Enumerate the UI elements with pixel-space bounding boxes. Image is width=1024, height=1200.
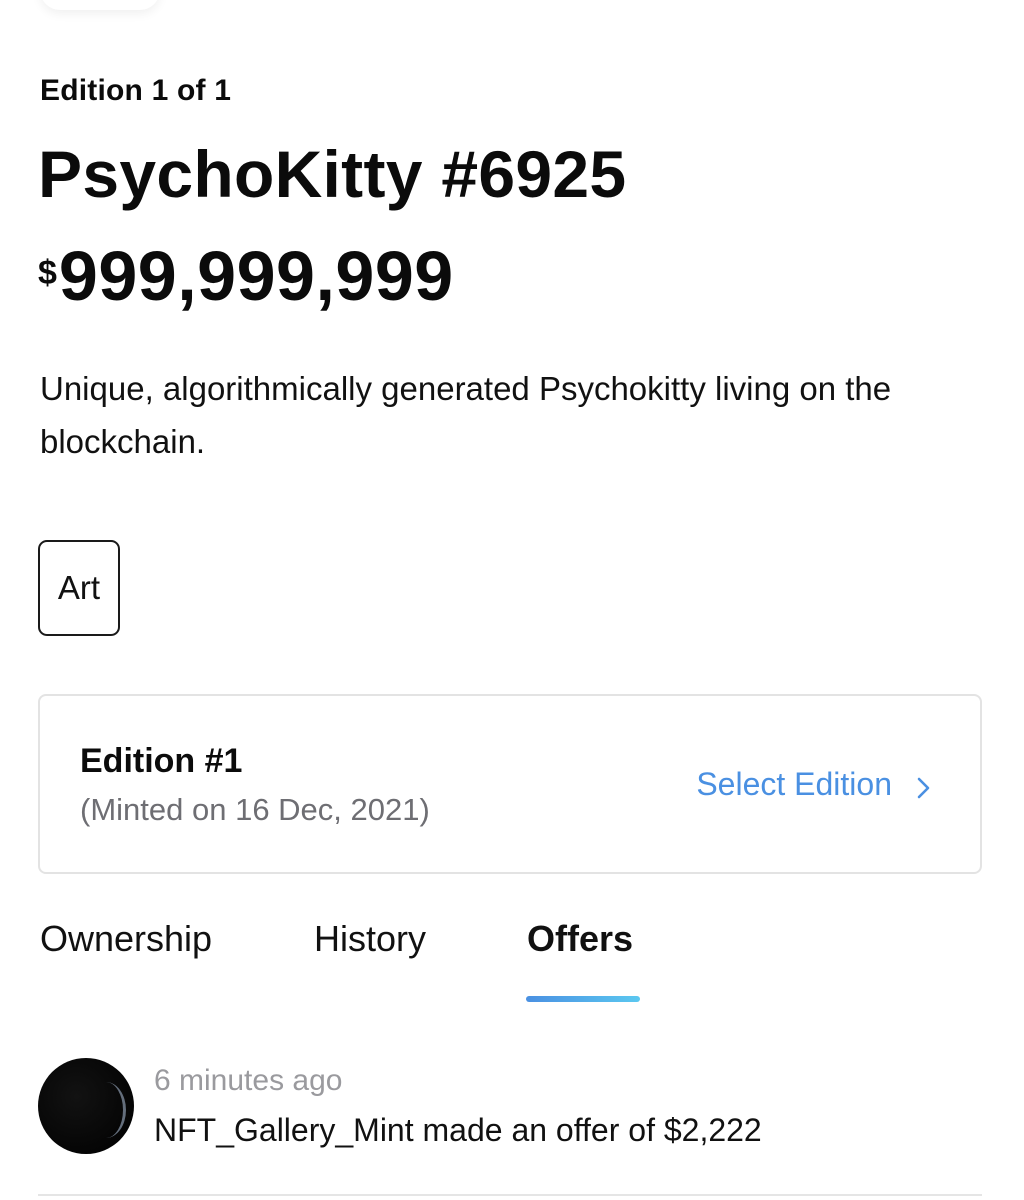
minted-date: (Minted on 16 Dec, 2021) <box>80 792 430 827</box>
tab-bar: Ownership History Offers <box>38 918 982 1008</box>
tab-history[interactable]: History <box>314 918 426 960</box>
offer-description: NFT_Gallery_Mint made an offer of $2,222 <box>154 1112 762 1148</box>
user-avatar <box>38 1058 134 1154</box>
nft-description: Unique, algorithmically generated Psycho… <box>40 370 892 460</box>
price-currency: $ <box>38 254 57 292</box>
active-tab-indicator <box>526 996 640 1002</box>
top-floating-element <box>40 0 160 10</box>
tab-offers[interactable]: Offers <box>527 918 633 960</box>
price: $ 999,999,999 <box>38 236 454 316</box>
select-edition-label: Select Edition <box>696 766 892 802</box>
edition-label: Edition 1 of 1 <box>40 74 232 107</box>
category-tag[interactable]: Art <box>38 540 120 636</box>
nft-title: PsychoKitty #6925 <box>38 137 627 211</box>
edition-number: Edition #1 <box>80 742 243 780</box>
chevron-right-icon <box>910 772 936 798</box>
crescent-graphic <box>86 1082 126 1138</box>
offer-timestamp: 6 minutes ago <box>154 1064 343 1097</box>
divider <box>38 1194 982 1196</box>
tab-ownership[interactable]: Ownership <box>40 918 212 960</box>
offer-list-item[interactable]: 6 minutes ago NFT_Gallery_Mint made an o… <box>38 1058 982 1158</box>
edition-card: Edition #1 (Minted on 16 Dec, 2021) Sele… <box>38 694 982 874</box>
select-edition-button[interactable]: Select Edition <box>696 766 936 803</box>
price-amount: 999,999,999 <box>58 237 454 315</box>
nft-detail-page: Edition 1 of 1 PsychoKitty #6925 $ 999,9… <box>0 0 1024 1200</box>
